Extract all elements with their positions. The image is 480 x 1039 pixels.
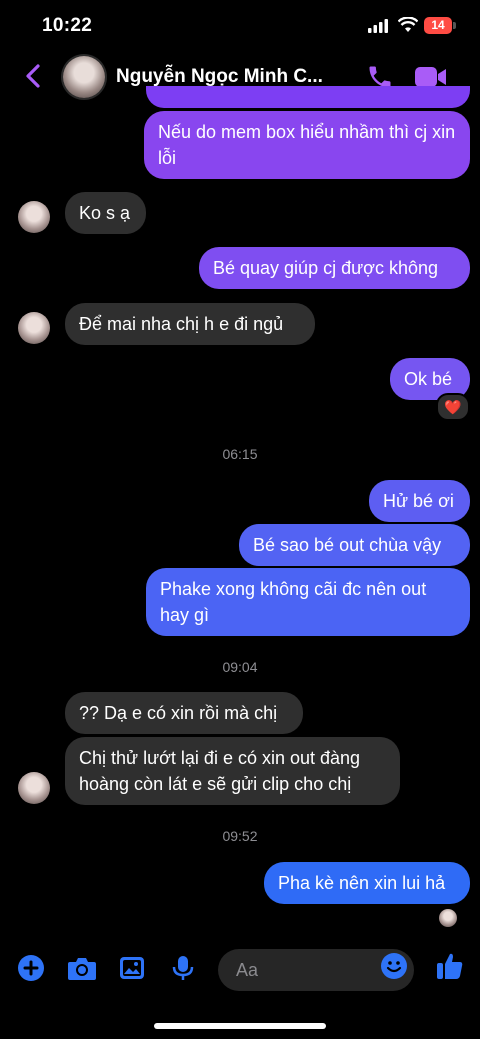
- battery-level: 14: [431, 18, 445, 32]
- contact-avatar[interactable]: [63, 56, 105, 98]
- composer-bar: Aa: [0, 944, 480, 996]
- message-bubble-incoming[interactable]: ?? Dạ e có xin rồi mà chị: [65, 692, 303, 734]
- message-bubble-incoming[interactable]: Ko s ạ: [65, 192, 146, 234]
- status-bar: 10:22 14: [0, 0, 480, 54]
- message-bubble-outgoing[interactable]: Bé quay giúp cj được không: [199, 247, 470, 289]
- cellular-signal-icon: [368, 19, 388, 33]
- back-icon[interactable]: [22, 60, 44, 92]
- timestamp: 06:15: [222, 446, 258, 462]
- timestamp: 09:04: [222, 659, 258, 675]
- seen-avatar: [439, 909, 457, 927]
- status-time: 10:22: [42, 15, 93, 36]
- image-icon[interactable]: [118, 954, 146, 982]
- camera-icon[interactable]: [66, 954, 98, 982]
- previous-message-bubble[interactable]: [146, 86, 470, 108]
- message-bubble-outgoing[interactable]: Hử bé ơi: [369, 480, 470, 522]
- wifi-icon: [398, 17, 418, 32]
- sender-avatar[interactable]: [18, 772, 50, 804]
- message-bubble-incoming[interactable]: Để mai nha chị h e đi ngủ: [65, 303, 315, 345]
- battery-tip: [453, 22, 456, 29]
- message-bubble-outgoing[interactable]: Pha kè nên xin lui hả: [264, 862, 470, 904]
- sender-avatar[interactable]: [18, 201, 50, 233]
- timestamp: 09:52: [222, 828, 258, 844]
- message-bubble-outgoing[interactable]: Nếu do mem box hiểu nhầm thì cj xin lỗi: [144, 111, 470, 179]
- home-indicator: [154, 1023, 326, 1029]
- like-icon[interactable]: [434, 950, 466, 982]
- battery-icon: 14: [424, 17, 452, 34]
- message-bubble-outgoing[interactable]: Phake xong không cãi đc nên out hay gì: [146, 568, 470, 636]
- emoji-icon[interactable]: [380, 952, 408, 980]
- message-bubble-incoming[interactable]: Chị thử lướt lại đi e có xin out đàng ho…: [65, 737, 400, 805]
- heart-reaction[interactable]: ❤️: [436, 393, 470, 421]
- plus-icon[interactable]: [17, 954, 45, 982]
- sender-avatar[interactable]: [18, 312, 50, 344]
- mic-icon[interactable]: [171, 954, 195, 982]
- contact-name[interactable]: Nguyễn Ngọc Minh C...: [116, 66, 323, 88]
- message-bubble-outgoing[interactable]: Bé sao bé out chùa vậy: [239, 524, 470, 566]
- message-input-placeholder: Aa: [236, 960, 259, 980]
